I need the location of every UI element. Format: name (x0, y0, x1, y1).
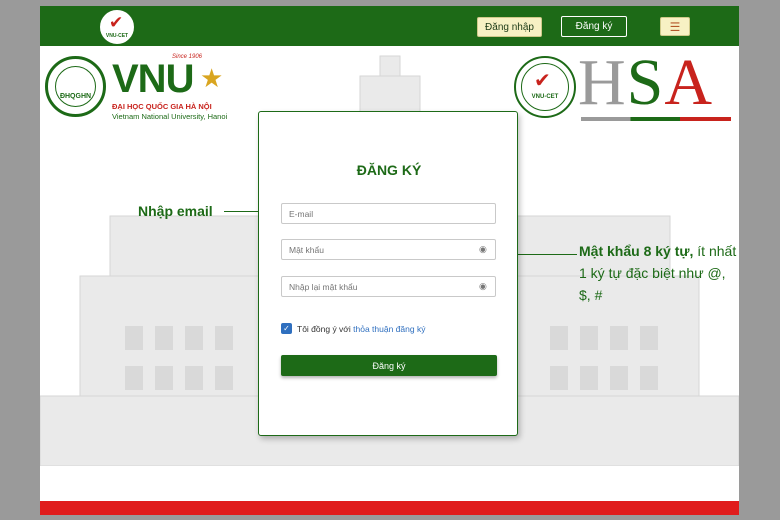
password-note-bold: Mật khẩu 8 ký tự, (579, 243, 694, 259)
hsa-letter-h: H (578, 46, 627, 119)
password-annotation: Mật khẩu 8 ký tự, ít nhất 1 ký tự đặc bi… (579, 240, 739, 306)
browser-viewport: ✔ VNU-CET Đăng nhập Đăng ký ☰ ĐHQGHN Sin… (40, 6, 739, 515)
vnu-seal-logo: ĐHQGHN (45, 56, 106, 117)
vnu-name-vietnamese: ĐẠI HỌC QUỐC GIA HÀ NỘI (112, 102, 212, 111)
form-title: ĐĂNG KÝ (356, 162, 422, 178)
confirm-password-field[interactable] (281, 276, 496, 297)
seal-inner-ring (55, 66, 96, 107)
register-form-card: ĐĂNG KÝ ◉ ◉ ✓ Tôi đồng ý với thỏa thuận … (258, 111, 518, 436)
register-nav-button[interactable]: Đăng ký (561, 16, 627, 37)
vnu-cet-logo: ✔ VNU-CET (514, 56, 576, 118)
top-navigation-bar: ✔ VNU-CET Đăng nhập Đăng ký ☰ (40, 6, 739, 46)
hsa-letter-a: A (664, 46, 714, 119)
checkmark-icon: ✔ (534, 68, 551, 92)
cet-seal-text: VNU-CET (531, 94, 559, 100)
vnu-cet-logo-small[interactable]: ✔ VNU-CET (98, 8, 136, 46)
eye-slash-icon[interactable]: ◉ (479, 283, 490, 292)
register-submit-button[interactable]: Đăng ký (281, 355, 497, 376)
menu-button[interactable]: ☰ (660, 17, 690, 36)
email-annotation: Nhập email (138, 203, 213, 219)
email-field[interactable] (281, 203, 496, 224)
small-logo-text: VNU-CET (105, 33, 129, 39)
agreement-link[interactable]: thỏa thuận đăng ký (353, 324, 425, 334)
agree-text: Tôi đồng ý với (297, 324, 354, 334)
agree-checkbox[interactable]: ✓ (281, 323, 292, 334)
password-field[interactable] (281, 239, 496, 260)
hamburger-icon: ☰ (669, 19, 681, 34)
agree-label: Tôi đồng ý với thỏa thuận đăng ký (297, 324, 425, 334)
hsa-tricolor-bar (581, 117, 731, 121)
footer-bar (40, 501, 739, 515)
login-button[interactable]: Đăng nhập (477, 17, 542, 37)
vnu-seal-text: ĐHQGHN (59, 93, 92, 100)
eye-slash-icon[interactable]: ◉ (479, 246, 490, 255)
vnu-wordmark: VNU (112, 57, 194, 101)
vnu-name-english: Vietnam National University, Hanoi (112, 112, 228, 121)
hsa-letter-s: S (626, 46, 665, 119)
hsa-logo: HSA (578, 48, 713, 118)
checkmark-icon: ✔ (109, 13, 124, 33)
password-annotation-line (515, 254, 577, 255)
star-icon: ★ (200, 64, 224, 94)
